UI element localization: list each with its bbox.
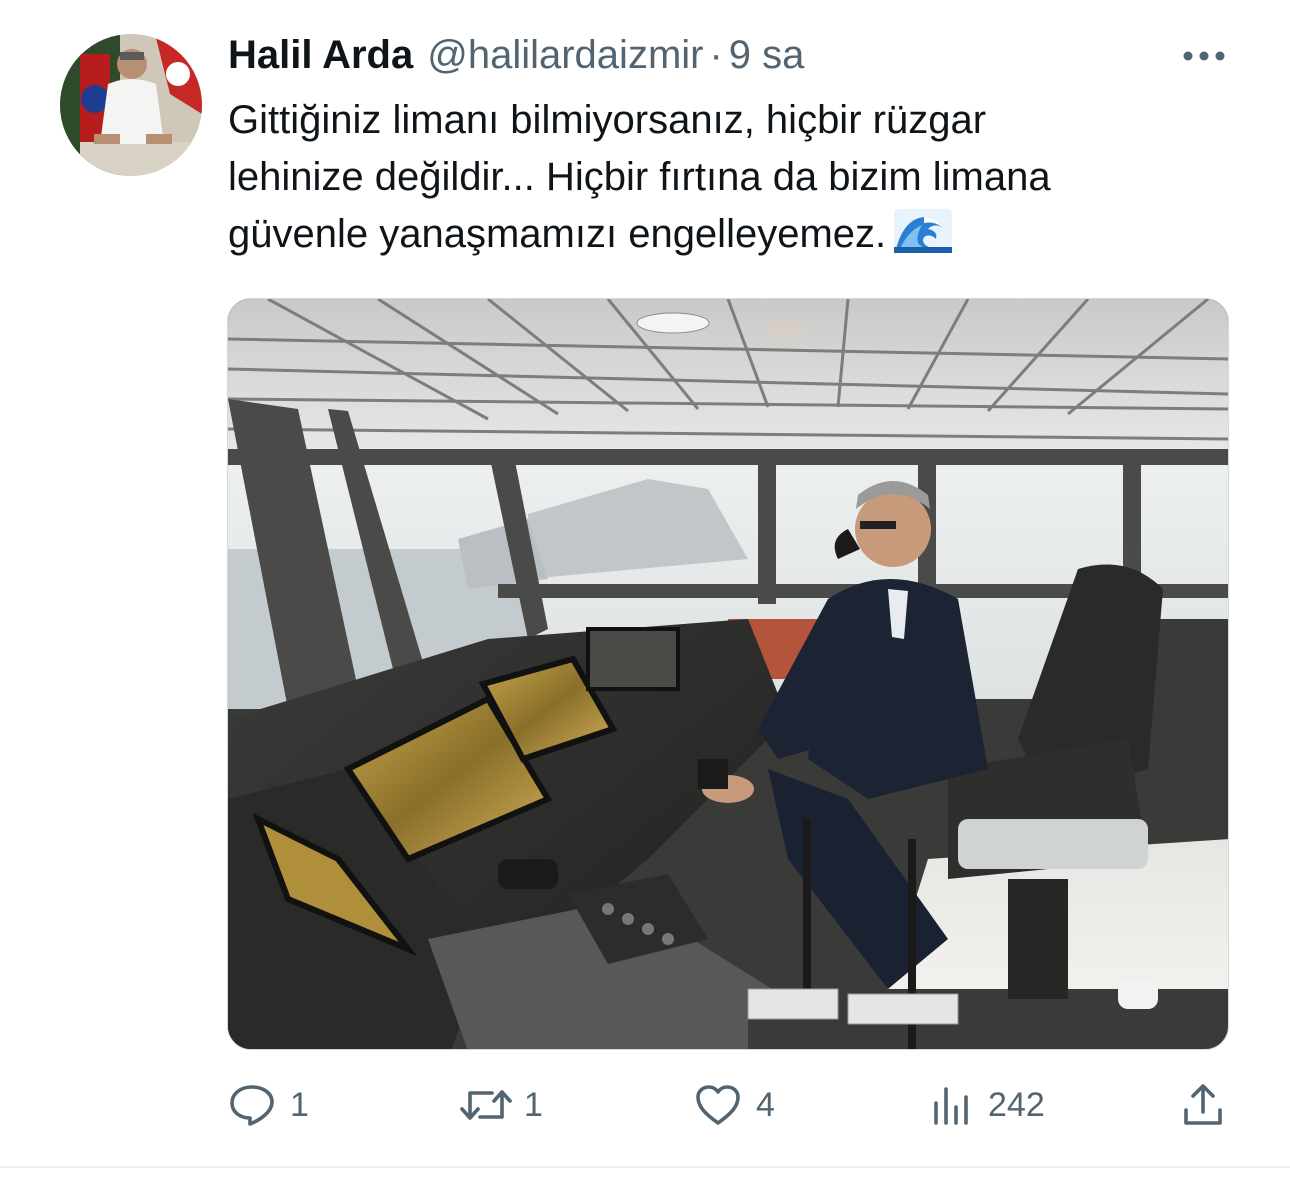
header-separator: · xyxy=(709,32,723,77)
more-options-button[interactable] xyxy=(1176,36,1232,76)
views-chart-icon xyxy=(934,1087,968,1125)
share-button[interactable] xyxy=(1180,1070,1226,1140)
ship-bridge-photo xyxy=(228,299,1228,1049)
tweet-text: Gittiğiniz limanı bilmiyorsanız, hiçbir … xyxy=(228,92,1238,263)
share-icon xyxy=(1184,1084,1222,1125)
tweet-card[interactable]: Halil Arda @halilardaizmir · 9 sa Gittiğ… xyxy=(0,0,1290,1168)
views-count: 242 xyxy=(988,1085,1045,1124)
reply-icon xyxy=(230,1085,274,1126)
avatar-photo xyxy=(60,34,202,176)
tweet-divider xyxy=(0,1166,1290,1168)
like-count: 4 xyxy=(756,1085,775,1124)
author-display-name[interactable]: Halil Arda xyxy=(228,33,413,78)
more-horizontal-icon xyxy=(1183,51,1225,61)
retweet-button[interactable]: 1 xyxy=(458,1070,543,1140)
heart-icon xyxy=(696,1085,740,1125)
retweet-count: 1 xyxy=(524,1085,543,1124)
retweet-icon xyxy=(460,1090,512,1120)
tweet-media-photo[interactable] xyxy=(227,298,1229,1050)
reply-count: 1 xyxy=(290,1085,309,1124)
author-handle[interactable]: @halilardaizmir xyxy=(427,33,703,78)
views-button[interactable]: 242 xyxy=(930,1070,1045,1140)
tweet-actions-bar: 1 1 4 242 xyxy=(0,1070,1290,1140)
like-button[interactable]: 4 xyxy=(694,1070,775,1140)
water-wave-emoji xyxy=(894,209,953,253)
tweet-header: Halil Arda @halilardaizmir · 9 sa xyxy=(228,28,804,82)
author-avatar[interactable] xyxy=(60,34,202,176)
reply-button[interactable]: 1 xyxy=(228,1070,309,1140)
tweet-timestamp[interactable]: 9 sa xyxy=(729,33,805,78)
